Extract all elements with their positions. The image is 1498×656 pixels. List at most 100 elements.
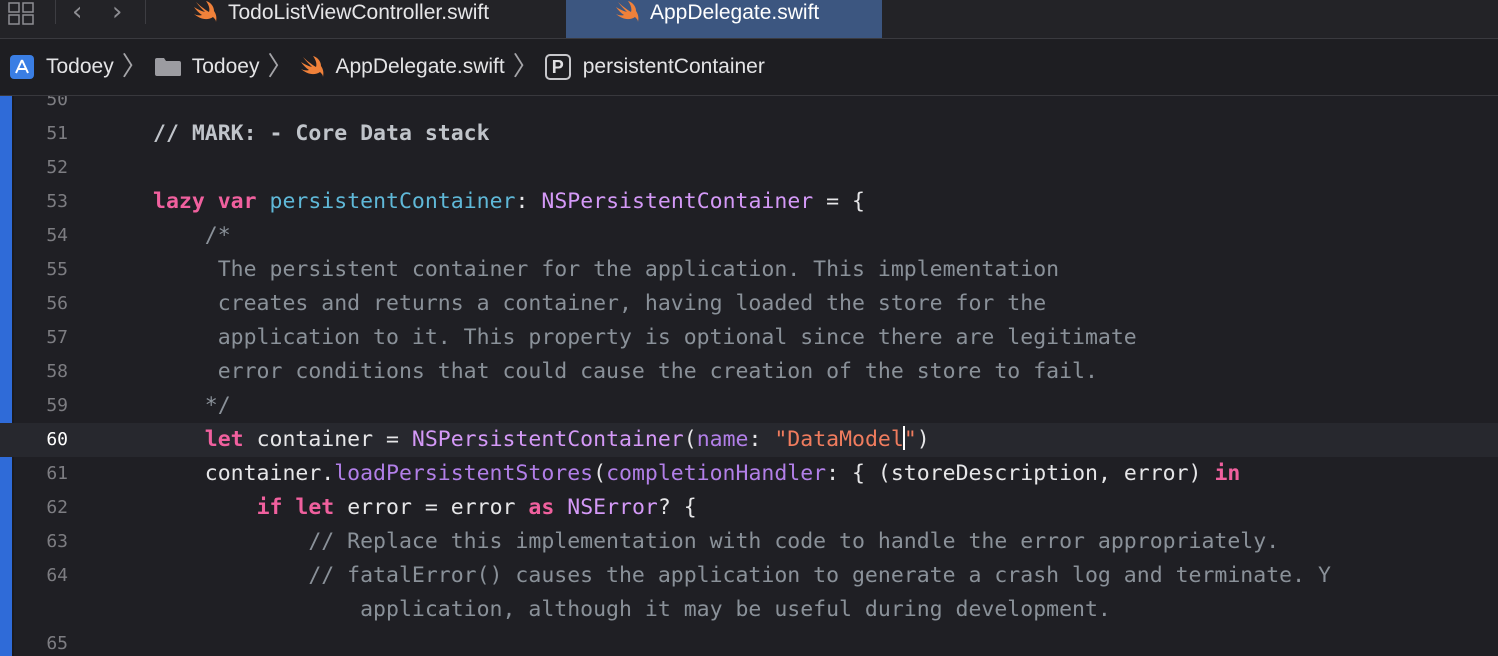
back-arrow-icon[interactable]: ‹ [72, 0, 82, 26]
tab-todolistviewcontroller[interactable]: TodoListViewController.swift [178, 0, 564, 38]
related-items-grid-icon[interactable] [8, 2, 38, 26]
code-line[interactable]: 63 // Replace this implementation with c… [0, 525, 1498, 559]
code-line[interactable]: 55 The persistent container for the appl… [0, 253, 1498, 287]
code-token: : { (storeDescription, error) [826, 461, 1215, 486]
code-text: if let error = error as NSError? { [153, 491, 697, 525]
code-token: ( [683, 427, 697, 452]
code-line[interactable]: 52 [0, 151, 1498, 185]
line-number: 61 [46, 463, 68, 484]
source-editor[interactable]: 50 51 // MARK: - Core Data stack 52 53 lazy v… [0, 96, 1498, 656]
code-token: let [295, 495, 335, 520]
swift-icon [301, 56, 324, 77]
line-number: 63 [46, 531, 68, 552]
code-line[interactable]: 56 creates and returns a container, havi… [0, 287, 1498, 321]
code-line[interactable]: 60 let container = NSPersistentContainer… [0, 423, 1498, 457]
breadcrumb-symbol-label: persistentContainer [582, 55, 765, 78]
code-text: // fatalError() causes the application t… [153, 559, 1331, 593]
code-text: application to it. This property is opti… [153, 321, 1137, 355]
code-text: error conditions that could cause the cr… [153, 355, 1098, 389]
code-token: loadPersistentStores [334, 461, 594, 486]
code-token: */ [153, 393, 231, 418]
code-token: error = error [334, 495, 529, 520]
code-token: // fatalError() causes the application t… [153, 563, 1331, 588]
breadcrumb-symbol[interactable]: P persistentContainer [544, 54, 765, 80]
breadcrumb-group-label: Todoey [191, 55, 260, 78]
code-token: container. [153, 461, 335, 486]
code-line[interactable]: 65 [0, 627, 1498, 656]
line-number: 51 [46, 123, 68, 144]
code-token: The persistent container for the applica… [153, 257, 1060, 282]
code-token: lazy [153, 189, 205, 214]
code-token: NSError [567, 495, 658, 520]
tab-bar: ‹ › TodoListViewController.swift AppDele… [0, 0, 1498, 39]
line-number: 64 [46, 565, 68, 586]
line-number: 53 [46, 191, 68, 212]
code-token: application, although it may be useful d… [153, 597, 1111, 622]
line-number: 59 [46, 395, 68, 416]
code-line[interactable]: 61 container.loadPersistentStores(comple… [0, 457, 1498, 491]
swift-icon [194, 1, 217, 22]
code-line[interactable]: application, although it may be useful d… [0, 593, 1498, 627]
code-token: "DataModel [774, 427, 904, 452]
code-token: error conditions that could cause the cr… [153, 359, 1098, 384]
breadcrumb-project[interactable]: Todoey [10, 55, 114, 79]
tab-bar-divider [55, 0, 56, 24]
breadcrumb-project-label: Todoey [46, 55, 114, 78]
folder-icon [154, 58, 181, 76]
code-token: // Replace this implementation with code… [153, 529, 1280, 554]
code-token: as [528, 495, 555, 520]
code-line[interactable]: 51 // MARK: - Core Data stack [0, 117, 1498, 151]
code-token: var [217, 189, 257, 214]
line-number: 62 [46, 497, 68, 518]
code-line[interactable]: 64 // fatalError() causes the applicatio… [0, 559, 1498, 593]
line-number: 52 [46, 157, 68, 178]
line-number: 50 [46, 96, 68, 110]
code-token: NSPersistentContainer [541, 189, 814, 214]
line-number: 58 [46, 361, 68, 382]
code-token: ? { [657, 495, 697, 520]
code-token: creates and returns a container, having … [153, 291, 1047, 316]
code-text: // Replace this implementation with code… [153, 525, 1279, 559]
breadcrumb: Todoey 〉 Todoey 〉 AppDelegate.swift 〉 P … [0, 39, 1498, 96]
code-line[interactable]: 50 [0, 96, 1498, 117]
tab-appdelegate[interactable]: AppDelegate.swift [566, 0, 882, 38]
tab-label: TodoListViewController.swift [228, 1, 490, 24]
tab-label: AppDelegate.swift [650, 1, 820, 24]
code-line[interactable]: 57 application to it. This property is o… [0, 321, 1498, 355]
code-text: creates and returns a container, having … [153, 287, 1046, 321]
tab-bar-divider [145, 0, 146, 24]
line-number: 57 [46, 327, 68, 348]
breadcrumb-group[interactable]: Todoey [154, 55, 260, 79]
breadcrumb-file[interactable]: AppDelegate.swift [299, 55, 505, 79]
xcode-project-icon [10, 55, 34, 79]
code-token: " [903, 427, 917, 452]
chevron-right-icon: 〉 [512, 52, 539, 82]
code-token: : [515, 189, 542, 214]
chevron-right-icon: 〉 [121, 52, 148, 82]
property-icon: P [544, 54, 571, 80]
code-token: ( [593, 461, 607, 486]
line-number: 54 [46, 225, 68, 246]
code-text: lazy var persistentContainer: NSPersiste… [153, 185, 865, 219]
code-token: = { [813, 189, 865, 214]
code-line[interactable]: 53 lazy var persistentContainer: NSPersis… [0, 185, 1498, 219]
code-text: */ [153, 389, 231, 423]
line-number: 56 [46, 293, 68, 314]
chevron-right-icon: 〉 [267, 52, 294, 82]
code-line[interactable]: 58 error conditions that could cause the… [0, 355, 1498, 389]
code-token: NSPersistentContainer [411, 427, 684, 452]
code-token: let [204, 427, 244, 452]
forward-arrow-icon[interactable]: › [112, 0, 122, 26]
code-token: /* [153, 223, 231, 248]
code-line[interactable]: 54 /* [0, 219, 1498, 253]
code-token: name [696, 427, 749, 452]
code-line[interactable]: 59 */ [0, 389, 1498, 423]
code-line[interactable]: 62 if let error = error as NSError? { [0, 491, 1498, 525]
code-text: /* [153, 219, 231, 253]
code-token: persistentContainer [269, 189, 516, 214]
